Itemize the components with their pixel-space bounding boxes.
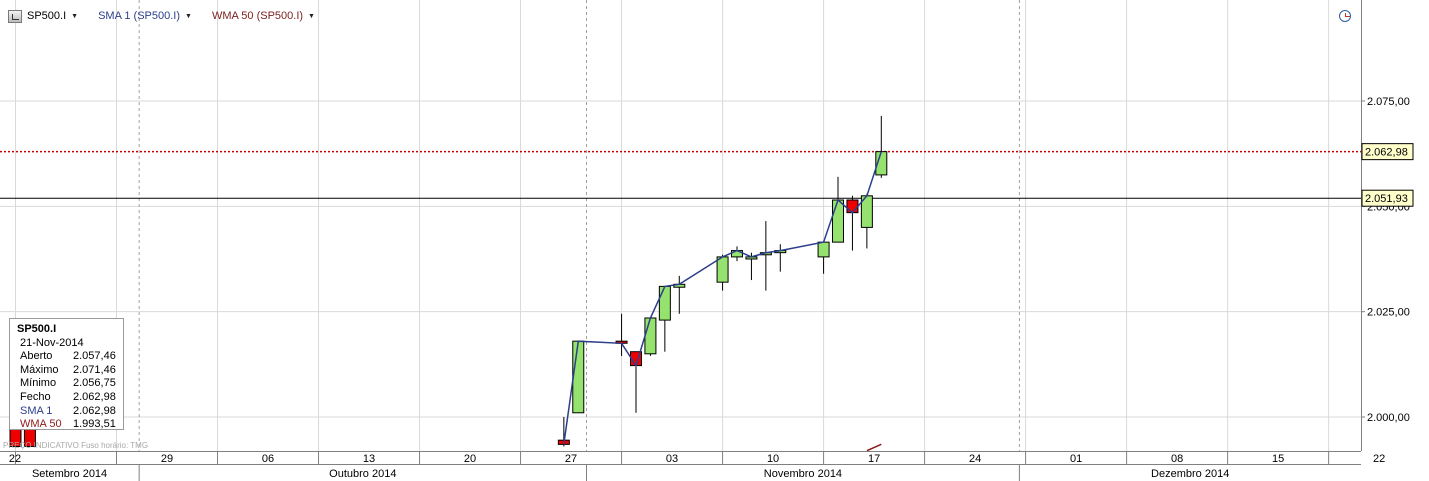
tooltip-label: SMA 1 — [20, 404, 53, 417]
date-axis-label: 03 — [666, 453, 678, 465]
month-label: Setembro 2014 — [32, 468, 107, 480]
date-axis-label: 24 — [969, 453, 981, 465]
candle-body[interactable] — [658, 285, 671, 321]
chart-settings-icon[interactable] — [8, 9, 22, 23]
crosshair-price-label: 2.051,93 — [1361, 189, 1414, 207]
tooltip-row: SMA 1 2.062,98 — [17, 405, 123, 419]
month-label: Outubro 2014 — [329, 468, 396, 480]
tooltip-label: Aberto — [20, 350, 53, 363]
candle-body[interactable] — [572, 340, 585, 414]
price-axis-label: 2.075,00 — [1367, 96, 1410, 108]
footnote: PREÇO INDICATIVO Fuso horário: TMG — [3, 441, 149, 450]
date-axis-label: 22 — [9, 453, 21, 465]
tooltip-label: Mínimo — [20, 377, 57, 390]
date-axis-label: 13 — [363, 453, 375, 465]
tooltip-row: Aberto 2.057,46 — [17, 350, 123, 364]
chart-grid — [0, 0, 1429, 481]
chevron-down-icon[interactable]: ▼ — [71, 13, 78, 20]
candle[interactable] — [644, 317, 657, 356]
clock-icon[interactable] — [1339, 10, 1351, 22]
date-axis-label: 08 — [1171, 453, 1183, 465]
tooltip-row: Mínimo 2.056,75 — [17, 377, 123, 391]
candle-body[interactable] — [846, 199, 859, 214]
date-axis-label: 29 — [161, 453, 173, 465]
date-axis-label: 01 — [1070, 453, 1082, 465]
data-tooltip: SP500.I 21-Nov-2014 Aberto 2.057,46 Máxim… — [9, 318, 124, 430]
sma-indicator-label: SMA 1 (SP500.I) — [98, 10, 181, 22]
last-price-label: 2.062,98 — [1361, 143, 1414, 161]
candle-body[interactable] — [817, 241, 830, 258]
tooltip-date: 21-Nov-2014 — [20, 336, 84, 349]
date-axis-label: 06 — [262, 453, 274, 465]
tooltip-label: WMA 50 — [20, 418, 62, 431]
month-label: Novembro 2014 — [764, 468, 842, 480]
candle-body[interactable] — [716, 256, 729, 283]
tooltip-value: 2.071,46 — [73, 363, 116, 376]
symbol-label: SP500.I — [27, 10, 67, 22]
tooltip-value: 1.993,51 — [73, 418, 116, 431]
date-axis-label: 20 — [464, 453, 476, 465]
candle-body[interactable] — [832, 199, 845, 243]
tooltip-value: 2.062,98 — [73, 390, 116, 403]
wma-indicator-label: WMA 50 (SP500.I) — [211, 10, 304, 22]
tooltip-row: WMA 50 1.993,51 — [17, 418, 123, 432]
tooltip-label: Máximo — [20, 363, 59, 376]
tooltip-value: 2.056,75 — [73, 377, 116, 390]
chart-toolbar: SP500.I ▼ SMA 1 (SP500.I) ▼ WMA 50 (SP50… — [8, 7, 335, 25]
tooltip-row: Fecho 2.062,98 — [17, 391, 123, 405]
sma-indicator-selector[interactable]: SMA 1 (SP500.I) ▼ — [98, 10, 192, 22]
price-axis-label: 2.000,00 — [1367, 412, 1410, 424]
candle[interactable] — [572, 340, 585, 414]
chevron-down-icon[interactable]: ▼ — [308, 13, 315, 20]
candle-body[interactable] — [644, 317, 657, 355]
price-axis-label: 2.025,00 — [1367, 307, 1410, 319]
chart-background — [0, 0, 1429, 481]
tooltip-value: 2.062,98 — [73, 404, 116, 417]
date-axis-label: 10 — [767, 453, 779, 465]
tooltip-row: Máximo 2.071,46 — [17, 364, 123, 378]
date-axis-label: 17 — [868, 453, 880, 465]
tooltip-value: 2.057,46 — [73, 350, 116, 363]
crosshair-price-label-text: 2.051,93 — [1365, 193, 1408, 205]
price-chart[interactable]: 2.000,002.025,002.050,002.075,002.062,98… — [0, 0, 1429, 481]
wma-indicator-selector[interactable]: WMA 50 (SP500.I) ▼ — [212, 10, 315, 22]
tooltip-title: SP500.I — [17, 323, 57, 335]
date-axis-label: 22 — [1373, 453, 1385, 465]
last-price-label-text: 2.062,98 — [1365, 147, 1408, 159]
date-axis-label: 15 — [1272, 453, 1284, 465]
month-label: Dezembro 2014 — [1151, 468, 1229, 480]
date-axis-label: 27 — [565, 453, 577, 465]
symbol-selector[interactable]: SP500.I ▼ — [8, 9, 78, 23]
chevron-down-icon[interactable]: ▼ — [185, 13, 192, 20]
tooltip-label: Fecho — [20, 390, 51, 403]
